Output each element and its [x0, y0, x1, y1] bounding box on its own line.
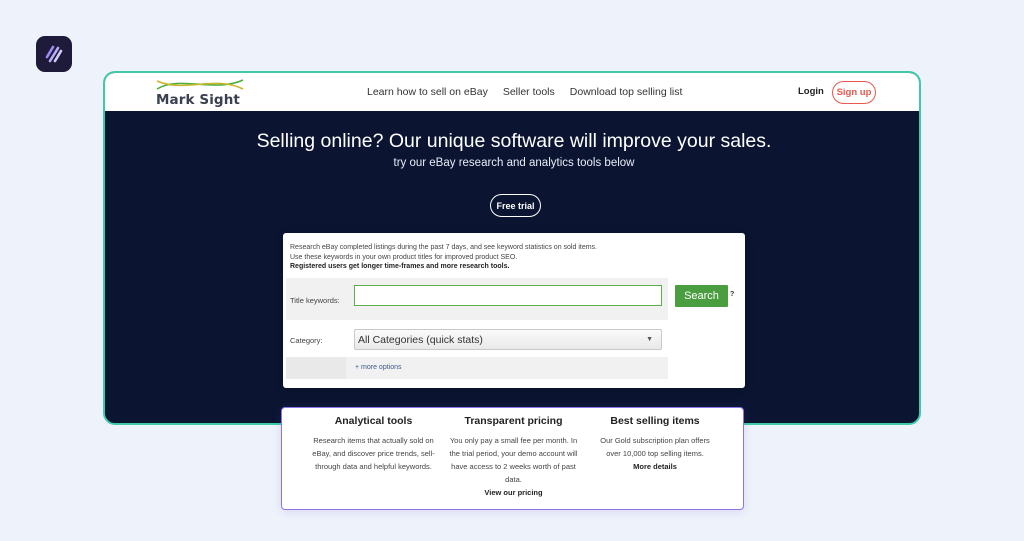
feature-analytical-tools: Analytical tools Research items that act… [306, 415, 441, 473]
more-details-link[interactable]: More details [592, 460, 718, 473]
signup-button[interactable]: Sign up [832, 81, 876, 104]
feature-title: Analytical tools [334, 415, 413, 427]
view-pricing-link[interactable]: View our pricing [447, 486, 580, 499]
category-label: Category: [290, 336, 323, 345]
app-logo-icon [36, 36, 72, 72]
feature-transparent-pricing: Transparent pricing You only pay a small… [447, 415, 580, 499]
search-card: Research eBay completed listings during … [283, 233, 745, 388]
intro-line-registered: Registered users get longer time-frames … [290, 263, 510, 270]
brand-logo[interactable]: Mark Sight [155, 77, 245, 109]
brand-name: Mark Sight [156, 92, 240, 108]
feature-text: Our Gold subscription plan offers over 1… [600, 436, 710, 458]
site-header: Mark Sight Learn how to sell on eBay Sel… [105, 73, 919, 111]
category-value: All Categories (quick stats) [358, 333, 483, 346]
nav-learn-selling[interactable]: Learn how to sell on eBay [367, 86, 488, 98]
nav-seller-tools[interactable]: Seller tools [503, 86, 555, 98]
category-select[interactable]: All Categories (quick stats) ▼ [354, 329, 662, 350]
free-trial-button[interactable]: Free trial [490, 194, 541, 217]
feature-text: You only pay a small fee per month. In t… [449, 436, 578, 484]
search-help-icon[interactable]: ? [730, 291, 734, 298]
nav-download-list[interactable]: Download top selling list [570, 86, 683, 98]
dropdown-arrow-icon: ▼ [646, 336, 653, 343]
hero-title: Selling online? Our unique software will… [256, 130, 772, 152]
feature-title: Transparent pricing [464, 415, 563, 427]
feature-text: Research items that actually sold on eBa… [312, 436, 435, 471]
search-intro: Research eBay completed listings during … [290, 243, 597, 272]
search-button[interactable]: Search [675, 285, 728, 307]
keywords-label: Title keywords: [290, 296, 340, 305]
features-panel: Analytical tools Research items that act… [281, 407, 744, 510]
keywords-input[interactable] [354, 285, 662, 306]
more-options-link[interactable]: + more options [355, 364, 402, 371]
main-nav: Learn how to sell on eBay Seller tools D… [367, 86, 682, 98]
intro-line: Use these keywords in your own product t… [290, 253, 518, 261]
more-options-spacer [286, 357, 346, 379]
feature-title: Best selling items [610, 415, 700, 427]
hero-subtitle: try our eBay research and analytics tool… [393, 157, 635, 169]
login-link[interactable]: Login [798, 86, 824, 97]
feature-best-selling: Best selling items Our Gold subscription… [592, 415, 718, 473]
intro-line: Research eBay completed listings during … [290, 244, 597, 251]
